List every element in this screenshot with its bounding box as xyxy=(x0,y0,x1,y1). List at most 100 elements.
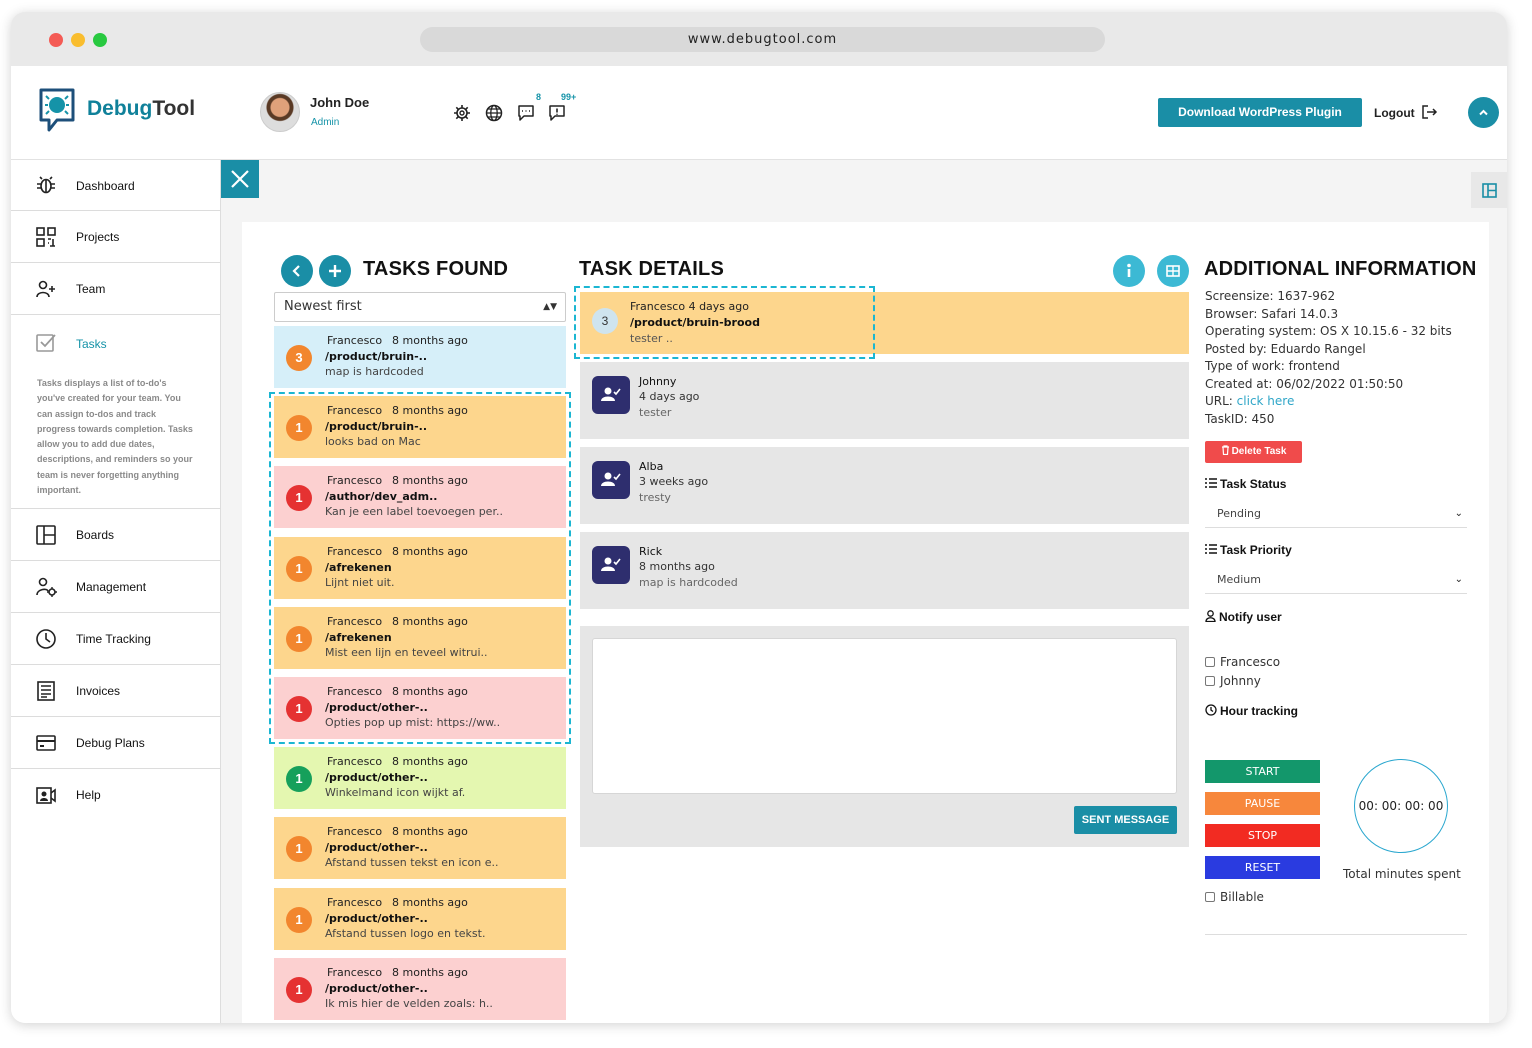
message-panel: SENT MESSAGE xyxy=(580,626,1189,847)
highlight-box-details xyxy=(574,286,875,359)
close-icon xyxy=(231,170,249,188)
logout-button[interactable]: Logout xyxy=(1374,105,1438,120)
billable-label: Billable xyxy=(1220,890,1264,904)
avatar[interactable] xyxy=(260,92,300,132)
sidebar-item-label: Team xyxy=(76,282,106,296)
info-posted-by: Posted by: Eduardo Rangel xyxy=(1205,342,1366,356)
scroll-up-button[interactable] xyxy=(1468,97,1499,128)
url-link[interactable]: click here xyxy=(1237,394,1295,408)
sidebar-item-label: Tasks xyxy=(76,337,107,351)
sidebar-item-time-tracking[interactable]: Time Tracking xyxy=(11,613,221,665)
sidebar-item-label: Debug Plans xyxy=(76,736,145,750)
sidebar-item-debug-plans[interactable]: Debug Plans xyxy=(11,717,221,769)
delete-task-label: Delete Task xyxy=(1231,446,1287,457)
message-textarea[interactable] xyxy=(592,638,1177,794)
send-message-button[interactable]: SENT MESSAGE xyxy=(1074,806,1177,834)
sidebar-item-boards[interactable]: Boards xyxy=(11,509,221,561)
sidebar-item-dashboard[interactable]: Dashboard xyxy=(11,160,221,211)
notify-user-option[interactable]: Francesco xyxy=(1205,655,1280,669)
task-author: Francesco xyxy=(327,334,383,347)
maximize-window-dot[interactable] xyxy=(93,33,107,47)
add-task-button[interactable] xyxy=(319,255,351,287)
task-time: 8 months ago xyxy=(392,896,468,909)
sidebar-item-projects[interactable]: Projects xyxy=(11,211,221,263)
sidebar-item-help[interactable]: Help xyxy=(11,769,221,821)
sidebar-item-label: Time Tracking xyxy=(76,632,151,646)
close-window-dot[interactable] xyxy=(49,33,63,47)
task-card[interactable]: 1 Francesco 8 months ago/product/other-.. A… xyxy=(274,888,566,950)
sidebar-item-label: Invoices xyxy=(76,684,121,698)
notify-user-option[interactable]: Johnny xyxy=(1205,674,1261,688)
comment-message: tester xyxy=(639,406,672,419)
back-button[interactable] xyxy=(281,255,313,287)
reset-button[interactable]: RESET xyxy=(1205,856,1320,879)
delete-task-button[interactable]: Delete Task xyxy=(1205,441,1302,463)
task-path: /product/other-.. xyxy=(325,841,428,854)
additional-title: ADDITIONAL INFORMATION xyxy=(1204,258,1477,280)
task-card[interactable]: 1 Francesco 8 months ago/product/other-.. W… xyxy=(274,747,566,809)
layout-toggle-button[interactable] xyxy=(1471,172,1507,208)
task-status-label: Task Status xyxy=(1220,477,1287,491)
start-button[interactable]: START xyxy=(1205,760,1320,783)
hour-tracking-heading: Hour tracking xyxy=(1205,704,1298,718)
timer-display: 00: 00: 00: 00 xyxy=(1354,759,1448,853)
sort-select[interactable]: Newest first ▲▼ xyxy=(274,292,566,322)
sort-select-value: Newest first xyxy=(284,299,362,314)
trash-icon xyxy=(1221,445,1229,456)
hour-tracking-label: Hour tracking xyxy=(1220,704,1299,718)
stop-button[interactable]: STOP xyxy=(1205,824,1320,847)
task-message: Afstand tussen logo en tekst. xyxy=(325,927,486,940)
task-message: map is hardcoded xyxy=(325,365,424,378)
checkbox[interactable] xyxy=(1205,657,1215,667)
pause-button[interactable]: PAUSE xyxy=(1205,792,1320,815)
sidebar-item-invoices[interactable]: Invoices xyxy=(11,665,221,717)
close-panel-button[interactable] xyxy=(221,160,259,198)
comment-time: 4 days ago xyxy=(639,390,700,403)
board-icon xyxy=(36,525,56,545)
gear-icon[interactable] xyxy=(453,104,471,122)
sort-arrows-icon: ▲▼ xyxy=(543,302,557,312)
task-count-badge: 1 xyxy=(286,766,312,792)
info-type-of-work: Type of work: frontend xyxy=(1205,359,1340,373)
sidebar-item-team[interactable]: Team xyxy=(11,263,221,315)
task-card[interactable]: 3 Francesco 8 months ago/product/bruin-.. m… xyxy=(274,326,566,388)
sidebar-item-management[interactable]: Management xyxy=(11,561,221,613)
checkbox[interactable] xyxy=(1205,892,1215,902)
highlight-box-tasks xyxy=(269,392,571,744)
layout-icon xyxy=(1482,183,1497,198)
tasks-title: TASKS FOUND xyxy=(363,258,509,280)
task-status-select[interactable]: Pending ⌄ xyxy=(1205,500,1467,528)
task-path: /product/other-.. xyxy=(325,912,428,925)
checkbox[interactable] xyxy=(1205,676,1215,686)
notification-icon[interactable] xyxy=(548,104,566,122)
user-name: John Doe xyxy=(310,95,370,110)
help-icon xyxy=(36,787,56,804)
task-card[interactable]: 1 Francesco 8 months ago/product/other-.. A… xyxy=(274,817,566,879)
task-author: Francesco xyxy=(327,966,383,979)
plus-icon xyxy=(329,265,341,277)
user-check-icon xyxy=(592,546,630,584)
billable-option[interactable]: Billable xyxy=(1205,890,1264,904)
info-button[interactable] xyxy=(1113,255,1145,287)
task-priority-label: Task Priority xyxy=(1220,543,1292,557)
download-plugin-button[interactable]: Download WordPress Plugin xyxy=(1158,98,1362,127)
app-header: DebugTool John Doe Admin 8 99+ Download … xyxy=(11,66,1507,160)
minimize-window-dot[interactable] xyxy=(71,33,85,47)
card-icon xyxy=(36,735,56,751)
address-bar[interactable]: www.debugtool.com xyxy=(420,27,1105,52)
info-url: URL: click here xyxy=(1205,394,1294,408)
table-view-button[interactable] xyxy=(1157,255,1189,287)
chat-icon[interactable] xyxy=(517,104,535,122)
task-priority-select[interactable]: Medium ⌄ xyxy=(1205,566,1467,594)
bug-icon xyxy=(37,176,55,194)
details-title: TASK DETAILS xyxy=(579,258,724,280)
logout-label: Logout xyxy=(1374,106,1415,120)
task-count-badge: 1 xyxy=(286,907,312,933)
chevron-left-icon xyxy=(292,265,300,277)
task-card[interactable]: 1 Francesco 8 months ago/product/other-.. I… xyxy=(274,958,566,1020)
logo-text[interactable]: DebugTool xyxy=(87,97,195,121)
task-author: Francesco xyxy=(327,755,383,768)
task-message: Ik mis hier de velden zoals: h.. xyxy=(325,997,493,1010)
globe-icon[interactable] xyxy=(485,104,503,122)
info-created-at: Created at: 06/02/2022 01:50:50 xyxy=(1205,377,1404,391)
